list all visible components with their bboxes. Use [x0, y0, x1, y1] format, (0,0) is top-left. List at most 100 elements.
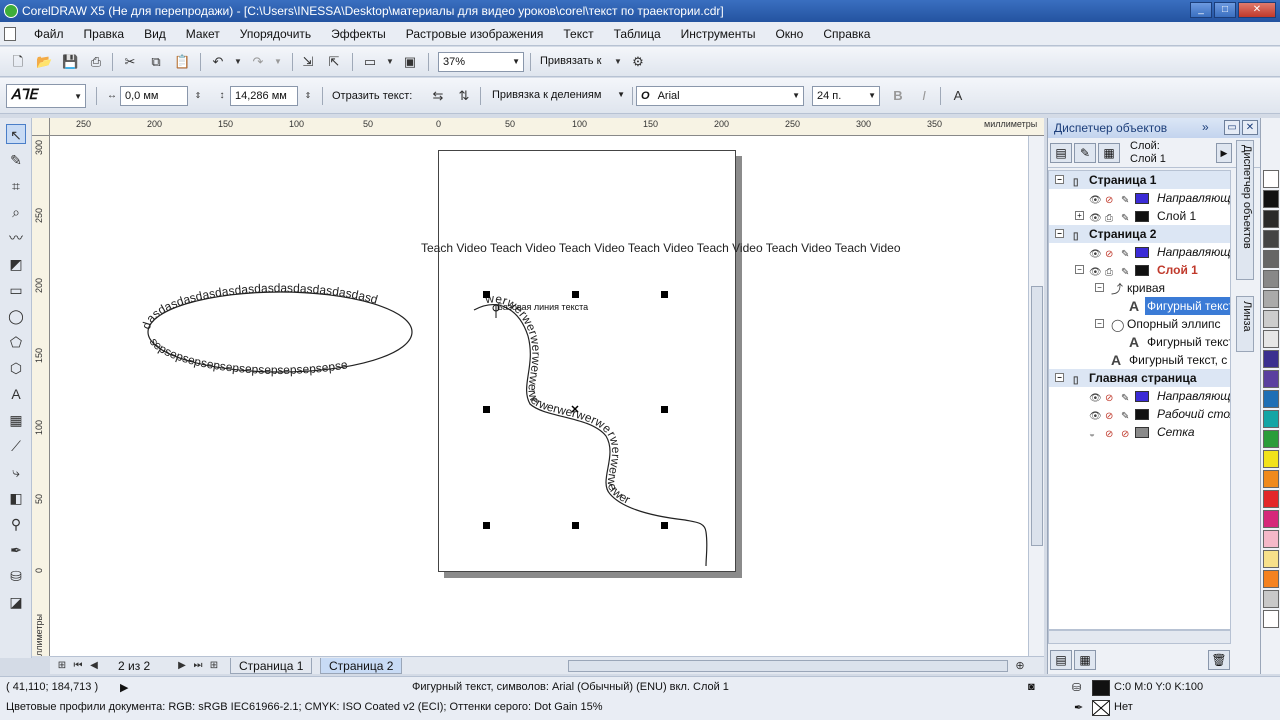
menu-table[interactable]: Таблица: [604, 27, 671, 41]
smart-fill-tool-icon[interactable]: ◩: [6, 254, 26, 274]
tab-page-2[interactable]: Страница 2: [320, 658, 403, 674]
freehand-tool-icon[interactable]: 〰: [6, 228, 26, 248]
drawing-canvas[interactable]: Teach Video Teach Video Teach Video Teac…: [50, 136, 1028, 656]
tab-object-manager[interactable]: Диспетчер объектов: [1236, 140, 1254, 280]
tree-object-fitted-text-3[interactable]: A Фигурный текст, с: [1049, 351, 1230, 369]
tree-layer-guides-2[interactable]: 👁 ⊘ ✎ Направляющие: [1049, 243, 1230, 261]
outline-tool-icon[interactable]: ✒: [6, 540, 26, 560]
menu-view[interactable]: Вид: [134, 27, 176, 41]
cut-icon[interactable]: ✂: [122, 54, 138, 70]
tree-master-guides[interactable]: 👁 ⊘ ✎ Направляющие: [1049, 387, 1230, 405]
italic-icon[interactable]: I: [916, 88, 932, 104]
palette-swatch[interactable]: [1263, 250, 1279, 268]
previous-page-icon[interactable]: ◀: [86, 658, 102, 674]
pick-tool-icon[interactable]: ↖: [6, 124, 26, 144]
selection-handle-top-left[interactable]: [483, 291, 490, 298]
eyedropper-tool-icon[interactable]: ⚲: [6, 514, 26, 534]
bold-icon[interactable]: B: [890, 88, 906, 104]
selection-handle-top-right[interactable]: [661, 291, 668, 298]
collapse-icon[interactable]: −: [1075, 265, 1084, 274]
status-arrow-icon[interactable]: ▶: [120, 681, 128, 694]
fill-color-swatch[interactable]: [1092, 680, 1110, 696]
menu-layout[interactable]: Макет: [176, 27, 230, 41]
delete-icon[interactable]: 🗑: [1208, 650, 1230, 670]
curve-fitted-text[interactable]: werwerwerwerwerwerwerwerwerwerwerwerwerw…: [484, 291, 633, 506]
font-list-combo[interactable]: O Arial ▼: [636, 86, 804, 106]
first-page-icon[interactable]: ⏮: [70, 658, 86, 674]
distance-spinner[interactable]: ⇕: [300, 88, 316, 104]
menu-arrange[interactable]: Упорядочить: [230, 27, 321, 41]
minimize-button[interactable]: _: [1190, 2, 1212, 18]
palette-swatch[interactable]: [1263, 590, 1279, 608]
palette-swatch[interactable]: [1263, 430, 1279, 448]
print-icon[interactable]: ⎙: [88, 54, 104, 70]
palette-swatch[interactable]: [1263, 610, 1279, 628]
menu-effects[interactable]: Эффекты: [321, 27, 396, 41]
copy-icon[interactable]: ⧉: [148, 54, 164, 70]
palette-swatch[interactable]: [1263, 170, 1279, 188]
zoom-tool-icon[interactable]: ⌕: [6, 202, 26, 222]
palette-swatch[interactable]: [1263, 490, 1279, 508]
horizontal-ruler[interactable]: 250 200 150 100 50 0 50 100 150 200 250 …: [50, 118, 1044, 136]
selection-handle-top[interactable]: [572, 291, 579, 298]
undo-icon[interactable]: ↶: [210, 54, 226, 70]
new-document-icon[interactable]: 🗋: [10, 54, 26, 70]
table-tool-icon[interactable]: ▦: [6, 410, 26, 430]
tab-lens[interactable]: Линза: [1236, 296, 1254, 352]
menu-edit[interactable]: Правка: [74, 27, 135, 41]
layer-manager-view-icon[interactable]: ▦: [1098, 143, 1120, 163]
double-chevron-icon[interactable]: »: [1202, 120, 1209, 134]
palette-swatch[interactable]: [1263, 530, 1279, 548]
selection-handle-bottom[interactable]: [572, 522, 579, 529]
zoom-level-combo[interactable]: 37% ▼: [438, 52, 524, 72]
font-size-combo[interactable]: 24 п. ▼: [812, 86, 880, 106]
menu-tools[interactable]: Инструменты: [671, 27, 766, 41]
interactive-fill-tool-icon[interactable]: ◪: [6, 592, 26, 612]
export-icon[interactable]: ⇱: [326, 54, 342, 70]
new-layer-icon[interactable]: ▤: [1050, 650, 1072, 670]
connector-tool-icon[interactable]: ⤷: [6, 462, 26, 482]
horizontal-offset-input[interactable]: 0,0 мм: [120, 86, 188, 106]
show-object-properties-icon[interactable]: ▤: [1050, 143, 1072, 163]
distance-from-path-input[interactable]: 14,286 мм: [230, 86, 298, 106]
selection-handle-bottom-right[interactable]: [661, 522, 668, 529]
launcher-dropdown-icon[interactable]: ▼: [382, 54, 398, 70]
tree-layer-guides-1[interactable]: 👁 ⊘ ✎ Направляющие: [1049, 189, 1230, 207]
collapse-icon[interactable]: −: [1055, 373, 1064, 382]
tree-object-ellipse[interactable]: − ◯ Опорный эллипс: [1049, 315, 1230, 333]
ellipse-bottom-text[interactable]: sepsepsepsepsepsepsepsepsepsepse: [147, 335, 349, 377]
vertical-ruler[interactable]: 300 250 200 150 100 50 0 миллиметры: [32, 136, 50, 656]
tree-page-1[interactable]: − ▯ Страница 1: [1049, 171, 1230, 189]
basic-shapes-tool-icon[interactable]: ⬡: [6, 358, 26, 378]
palette-swatch[interactable]: [1263, 450, 1279, 468]
palette-swatch[interactable]: [1263, 410, 1279, 428]
tree-object-fitted-text-2[interactable]: A Фигурный текст: [1049, 333, 1230, 351]
palette-swatch[interactable]: [1263, 470, 1279, 488]
ellipse-tool-icon[interactable]: ◯: [6, 306, 26, 326]
tree-horizontal-scrollbar[interactable]: [1048, 630, 1231, 644]
close-button[interactable]: ✕: [1238, 2, 1276, 18]
outline-none-swatch[interactable]: [1092, 700, 1110, 716]
selection-handle-right[interactable]: [661, 406, 668, 413]
palette-swatch[interactable]: [1263, 370, 1279, 388]
curve-path[interactable]: [473, 304, 708, 567]
snap-dropdown-icon[interactable]: ▼: [610, 54, 626, 70]
horizontal-scrollbar[interactable]: [568, 660, 1008, 672]
vertical-scroll-thumb[interactable]: [1031, 286, 1043, 546]
maximize-button[interactable]: □: [1214, 2, 1236, 18]
vertical-scrollbar[interactable]: [1028, 136, 1044, 656]
eye-hidden-icon[interactable]: ◒: [1089, 426, 1095, 444]
dimension-tool-icon[interactable]: ⟋: [6, 436, 26, 456]
tree-object-fitted-text-1[interactable]: A Фигурный текст: [1049, 297, 1230, 315]
new-master-layer-icon[interactable]: ▦: [1074, 650, 1096, 670]
tree-layer-1-page-1[interactable]: + 👁 ⎙ ✎ Слой 1: [1049, 207, 1230, 225]
undo-dropdown-icon[interactable]: ▼: [230, 54, 246, 70]
menu-help[interactable]: Справка: [813, 27, 880, 41]
mirror-vertical-icon[interactable]: ⇅: [456, 88, 472, 104]
tab-page-1[interactable]: Страница 1: [230, 658, 313, 674]
next-page-icon[interactable]: ▶: [174, 658, 190, 674]
character-formatting-icon[interactable]: A: [950, 88, 966, 104]
last-page-icon[interactable]: ⏭: [190, 658, 206, 674]
collapse-icon[interactable]: −: [1095, 319, 1104, 328]
printer-disabled-icon[interactable]: ⊘: [1105, 426, 1113, 444]
